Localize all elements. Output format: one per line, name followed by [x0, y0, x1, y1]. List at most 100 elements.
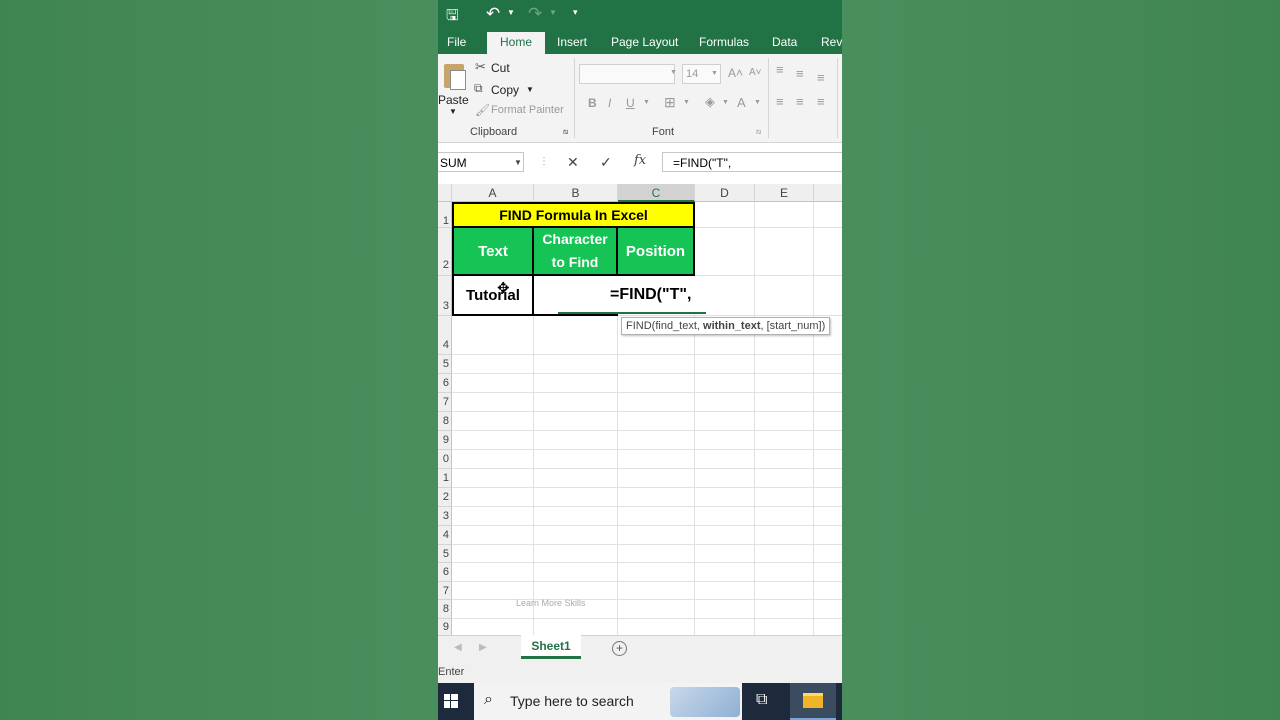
row-header[interactable]: 1: [438, 469, 452, 488]
folder-icon: [803, 693, 823, 708]
cut-button[interactable]: Cut: [491, 61, 510, 75]
copy-button[interactable]: Copy: [491, 83, 519, 97]
row-header[interactable]: 7: [438, 393, 452, 412]
cell-c2-header-position[interactable]: Position: [616, 226, 695, 276]
gridline: [452, 581, 842, 582]
tab-data[interactable]: Data: [772, 35, 797, 49]
row-header[interactable]: 0: [438, 450, 452, 469]
font-color-dropdown-icon: ▼: [754, 99, 761, 106]
italic-button: I: [608, 96, 612, 110]
clipboard-launcher-icon[interactable]: ⧅: [563, 127, 568, 137]
row-header[interactable]: 9: [438, 431, 452, 450]
copy-icon[interactable]: ⧉: [474, 81, 483, 96]
row-header[interactable]: 1: [438, 202, 452, 228]
name-box[interactable]: SUM ▼: [438, 152, 524, 172]
row-header[interactable]: 6: [438, 563, 452, 582]
search-icon: ⌕: [484, 691, 493, 708]
column-header-e[interactable]: E: [755, 184, 814, 202]
column-header-c[interactable]: C: [618, 184, 695, 202]
task-view-icon[interactable]: ⧉: [756, 691, 767, 709]
paste-icon[interactable]: [442, 60, 466, 90]
cell-b2-header-character[interactable]: Character to Find: [532, 226, 618, 276]
gridline: [452, 562, 842, 563]
formula-bar-grip-icon: ⋮: [539, 156, 549, 167]
sheet-next-icon[interactable]: ▶: [479, 642, 487, 653]
row-header[interactable]: 3: [438, 507, 452, 526]
tab-home[interactable]: Home: [487, 32, 546, 54]
background-right: [842, 0, 1280, 720]
gridline: [813, 202, 814, 635]
gridline: [452, 392, 842, 393]
row-header[interactable]: 9: [438, 619, 452, 635]
fill-color-icon: ◈: [705, 94, 715, 109]
redo-icon: ↷: [528, 4, 543, 23]
active-cell-editor[interactable]: =FIND("T",: [558, 276, 706, 314]
tab-formulas[interactable]: Formulas: [699, 35, 749, 49]
customize-toolbar-icon[interactable]: ▾: [573, 7, 578, 18]
font-name-box[interactable]: [579, 64, 675, 84]
gridline: [452, 411, 842, 412]
row-header[interactable]: 3: [438, 276, 452, 316]
windows-start-icon[interactable]: [444, 694, 458, 708]
sheet-prev-icon[interactable]: ◀: [454, 642, 462, 653]
tab-file[interactable]: File: [447, 35, 466, 49]
undo-icon[interactable]: ↶: [486, 4, 500, 24]
undo-dropdown-icon[interactable]: ▼: [507, 8, 515, 17]
column-header-b[interactable]: B: [534, 184, 618, 202]
enter-icon[interactable]: ✓: [600, 154, 612, 171]
function-tooltip: FIND(find_text, within_text, [start_num]…: [621, 317, 831, 335]
font-size-box[interactable]: 14 ▼: [682, 64, 721, 84]
paste-dropdown-icon[interactable]: ▼: [449, 107, 457, 116]
cell-a3-text[interactable]: Tutorial: [452, 274, 534, 316]
search-placeholder: Type here to search: [510, 693, 634, 709]
cell-a2-header-text[interactable]: Text: [452, 226, 534, 276]
taskbar-search-box[interactable]: ⌕ Type here to search: [474, 683, 742, 720]
row-header[interactable]: 8: [438, 412, 452, 431]
row-header[interactable]: 4: [438, 316, 452, 355]
paste-button[interactable]: Paste: [438, 93, 469, 107]
row-header[interactable]: 5: [438, 545, 452, 563]
row-header[interactable]: 5: [438, 355, 452, 374]
row-header[interactable]: 8: [438, 600, 452, 619]
row-header[interactable]: 2: [438, 228, 452, 276]
worksheet-grid[interactable]: A B C D E 1 2 3 4 5 6 7 8 9 0 1 2 3 4 5 …: [438, 184, 842, 635]
tooltip-current-arg: within_text: [703, 320, 761, 332]
align-bottom-icon: ≡: [817, 70, 825, 85]
gridline: [452, 544, 842, 545]
column-header-f[interactable]: [814, 184, 842, 202]
sheet-tab-sheet1[interactable]: Sheet1: [521, 635, 581, 659]
clipboard-group-label: Clipboard: [470, 126, 518, 138]
sheet-tab-bar: ◀ ▶ Sheet1 +: [438, 635, 842, 662]
column-header-a[interactable]: A: [452, 184, 534, 202]
cancel-icon[interactable]: ✕: [567, 154, 579, 171]
gridline: [452, 354, 842, 355]
decrease-font-icon: A˅: [749, 67, 762, 78]
cell-a1-title[interactable]: FIND Formula In Excel: [452, 202, 695, 228]
name-box-value: SUM: [440, 156, 467, 170]
windows-taskbar: ⌕ Type here to search ⧉: [438, 683, 842, 720]
ribbon-separator: [768, 58, 769, 138]
tab-page-layout[interactable]: Page Layout: [611, 35, 678, 49]
search-highlight-image: [670, 687, 740, 717]
formula-input[interactable]: =FIND("T",: [662, 152, 842, 172]
row-header[interactable]: 6: [438, 374, 452, 393]
add-sheet-icon[interactable]: +: [612, 641, 627, 656]
row-header[interactable]: 4: [438, 526, 452, 545]
gridline: [452, 506, 842, 507]
file-explorer-taskbar-button[interactable]: [790, 683, 836, 720]
row-header[interactable]: 2: [438, 488, 452, 507]
tab-insert[interactable]: Insert: [557, 35, 587, 49]
quick-access-toolbar: 🖫 ↶ ▼ ↷ ▼ ▾: [438, 0, 842, 30]
column-header-d[interactable]: D: [695, 184, 755, 202]
font-name-dropdown-icon[interactable]: ▼: [670, 69, 677, 76]
tab-review[interactable]: Revi: [821, 35, 842, 49]
font-size-dropdown-icon[interactable]: ▼: [711, 70, 718, 77]
formula-bar: SUM ▼ ⋮ ✕ ✓ fx =FIND("T",: [438, 148, 842, 176]
row-header[interactable]: 7: [438, 582, 452, 600]
name-box-dropdown-icon[interactable]: ▼: [514, 153, 522, 173]
insert-function-icon[interactable]: fx: [634, 153, 646, 168]
copy-dropdown-icon[interactable]: ▼: [526, 85, 534, 94]
select-all-corner[interactable]: [438, 184, 452, 202]
cut-icon[interactable]: ✂: [475, 59, 486, 75]
save-icon[interactable]: 🖫: [446, 5, 459, 30]
